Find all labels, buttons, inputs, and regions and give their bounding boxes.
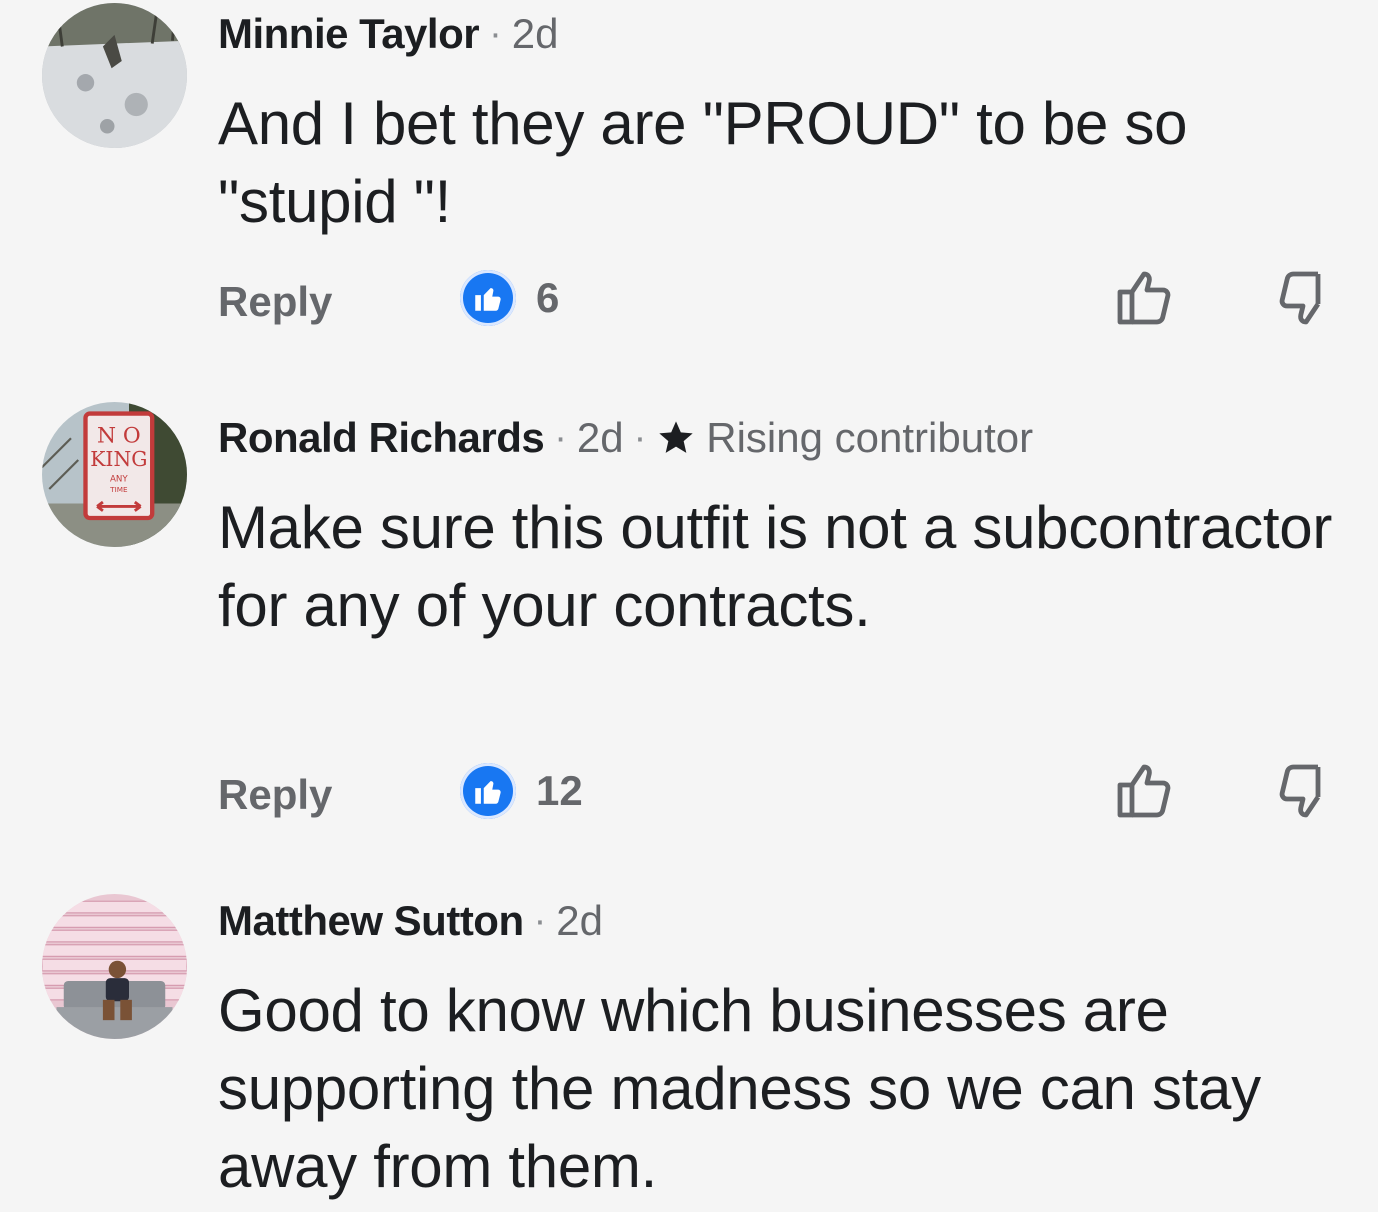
timestamp[interactable]: 2d [512,13,559,55]
avatar[interactable] [42,3,187,148]
meta-separator: · [533,900,547,942]
badge-label: Rising contributor [706,414,1034,461]
meta-separator: · [554,417,567,459]
meta-separator: · [633,417,647,459]
thumbs-up-outline-icon[interactable] [1112,266,1176,330]
avatar-image [42,894,187,1039]
like-count: 6 [536,274,560,321]
like-summary[interactable]: 6 [460,270,559,326]
thumbs-up-outline-icon[interactable] [1112,759,1176,823]
like-summary[interactable]: 12 [460,763,583,819]
thumbs-up-icon [460,270,516,326]
svg-text:KING: KING [90,447,147,471]
svg-text:N O: N O [97,424,141,449]
author-name[interactable]: Minnie Taylor [218,13,480,55]
author-name[interactable]: Matthew Sutton [218,900,524,942]
contributor-badge[interactable]: Rising contributor [656,417,1033,459]
svg-text:TIME: TIME [109,485,128,494]
like-count: 12 [536,767,583,814]
thumbs-up-icon [460,763,516,819]
star-icon [659,421,693,453]
reply-button[interactable]: Reply [218,771,332,819]
comment-meta: Matthew Sutton · 2d [218,900,1338,942]
comment-text: Good to know which businesses are suppor… [218,977,1261,1200]
avatar-image: N O KING ANY TIME [42,402,187,547]
avatar[interactable] [42,894,187,1039]
comment-actions: Reply 6 [218,270,1338,330]
avatar-image [42,3,187,148]
meta-separator: · [489,13,502,55]
comment-text: Make sure this outfit is not a subcontra… [218,494,1332,639]
svg-text:ANY: ANY [110,475,128,485]
avatar[interactable]: N O KING ANY TIME [42,402,187,547]
comment-text: And I bet they are "PROUD" to be so "stu… [218,90,1188,235]
comment-meta: Minnie Taylor · 2d [218,13,1338,55]
reply-button[interactable]: Reply [218,278,332,326]
author-name[interactable]: Ronald Richards [218,417,545,459]
thumbs-down-outline-icon[interactable] [1274,759,1338,823]
timestamp[interactable]: 2d [577,417,624,459]
comment-actions: Reply 12 [218,763,1338,823]
comment-meta: Ronald Richards · 2d · Rising contributo… [218,417,1338,459]
timestamp[interactable]: 2d [556,900,603,942]
thumbs-down-outline-icon[interactable] [1274,266,1338,330]
